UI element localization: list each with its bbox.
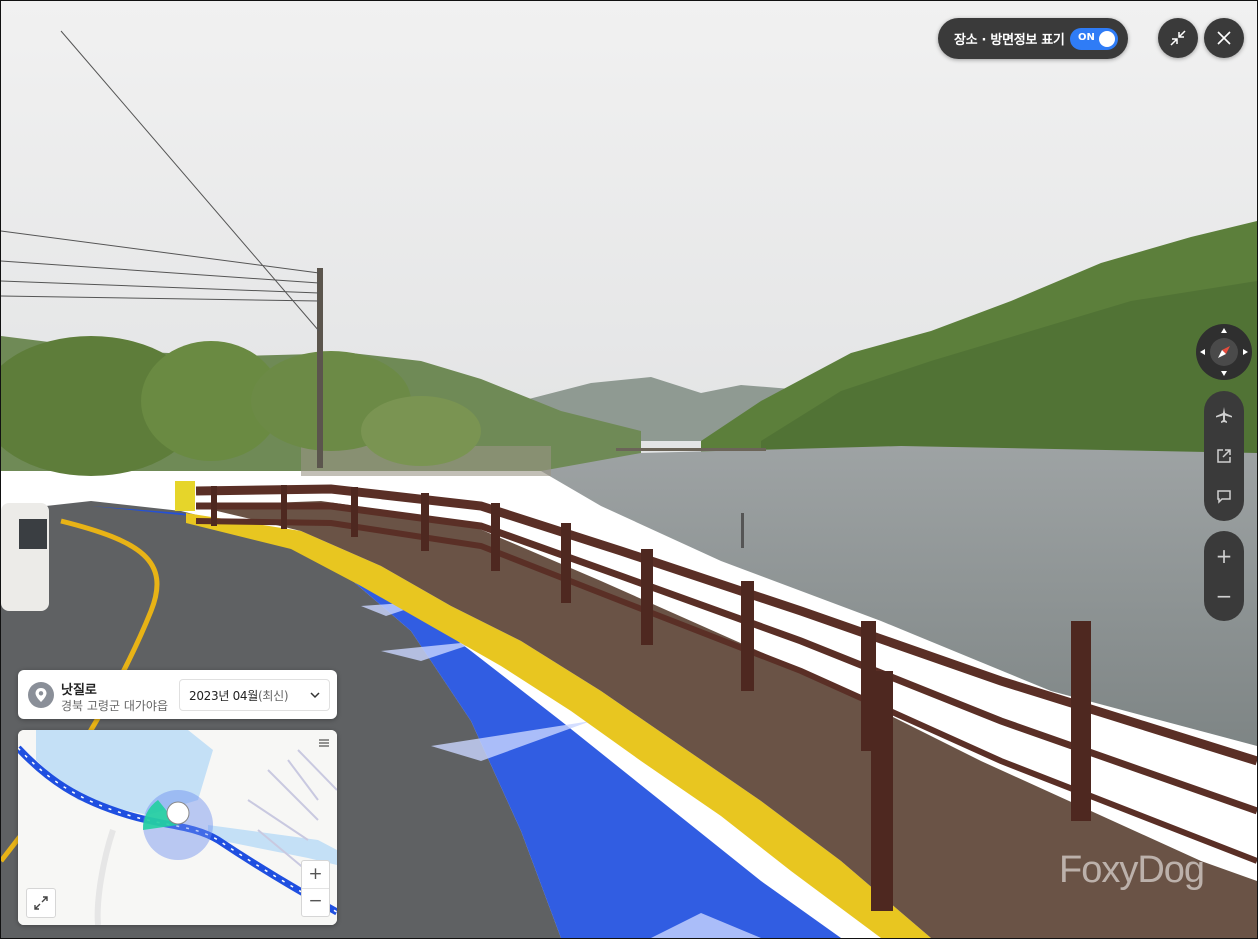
toggle-state-text: ON — [1078, 32, 1095, 43]
place-direction-info-toggle[interactable]: 장소 · 방면정보 표기 ON — [938, 18, 1128, 59]
location-pin-icon — [35, 688, 47, 702]
mini-map-canvas[interactable] — [18, 730, 337, 925]
watermark: FoxyDog — [1059, 849, 1205, 891]
lamp-post — [741, 513, 744, 548]
close-icon — [1217, 31, 1231, 45]
compass-icon — [1200, 328, 1248, 376]
mini-map-expand-button[interactable] — [26, 888, 56, 918]
street-view-viewer[interactable]: 장소 · 방면정보 표기 ON + − 낫질로 경북 고령군 대가야읍 2023… — [0, 0, 1258, 939]
share-icon — [1217, 449, 1231, 463]
latest-label: (최신) — [258, 689, 289, 703]
mini-map-zoom-in[interactable]: + — [302, 861, 329, 889]
utility-pole — [317, 268, 323, 468]
info-toggle-label: 장소 · 방면정보 표기 — [954, 33, 1065, 48]
mini-map-zoom: + − — [301, 860, 330, 917]
close-button[interactable] — [1204, 18, 1244, 58]
airplane-icon — [1216, 407, 1232, 423]
share-button[interactable] — [1204, 437, 1244, 475]
report-icon — [1217, 490, 1231, 504]
minus-icon: − — [1215, 584, 1233, 608]
location-pin — [28, 682, 54, 708]
distant-bridge — [616, 448, 766, 451]
mini-map[interactable]: + − — [18, 730, 337, 925]
report-button[interactable] — [1204, 477, 1244, 515]
chevron-down-icon — [310, 692, 320, 699]
car-window — [19, 519, 47, 549]
zoom-control: + − — [1204, 531, 1244, 621]
plus-icon: + — [1215, 544, 1233, 568]
location-info-card: 낫질로 경북 고령군 대가야읍 2023년 04월(최신) — [18, 670, 337, 719]
current-position-marker[interactable] — [166, 801, 190, 825]
info-toggle-switch[interactable]: ON — [1070, 28, 1118, 50]
layers-icon[interactable] — [317, 736, 331, 750]
collapse-button[interactable] — [1158, 18, 1198, 58]
road-name: 낫질로 — [61, 683, 97, 698]
zoom-in-button[interactable]: + — [1204, 537, 1244, 575]
collapse-icon — [1170, 30, 1186, 46]
mini-map-zoom-out[interactable]: − — [302, 888, 329, 915]
capture-date-select[interactable]: 2023년 04월(최신) — [179, 679, 330, 711]
capture-date-value: 2023년 04월 — [189, 689, 259, 703]
tree — [361, 396, 481, 466]
capture-date-text: 2023년 04월(최신) — [189, 687, 289, 704]
warning-sign — [175, 481, 195, 511]
zoom-out-button[interactable]: − — [1204, 577, 1244, 615]
toggle-knob — [1099, 31, 1115, 47]
expand-icon — [34, 896, 48, 910]
aerial-view-button[interactable] — [1204, 396, 1244, 434]
compass-control[interactable] — [1196, 324, 1252, 380]
address: 경북 고령군 대가야읍 — [61, 699, 168, 713]
view-toolbar — [1204, 391, 1244, 521]
